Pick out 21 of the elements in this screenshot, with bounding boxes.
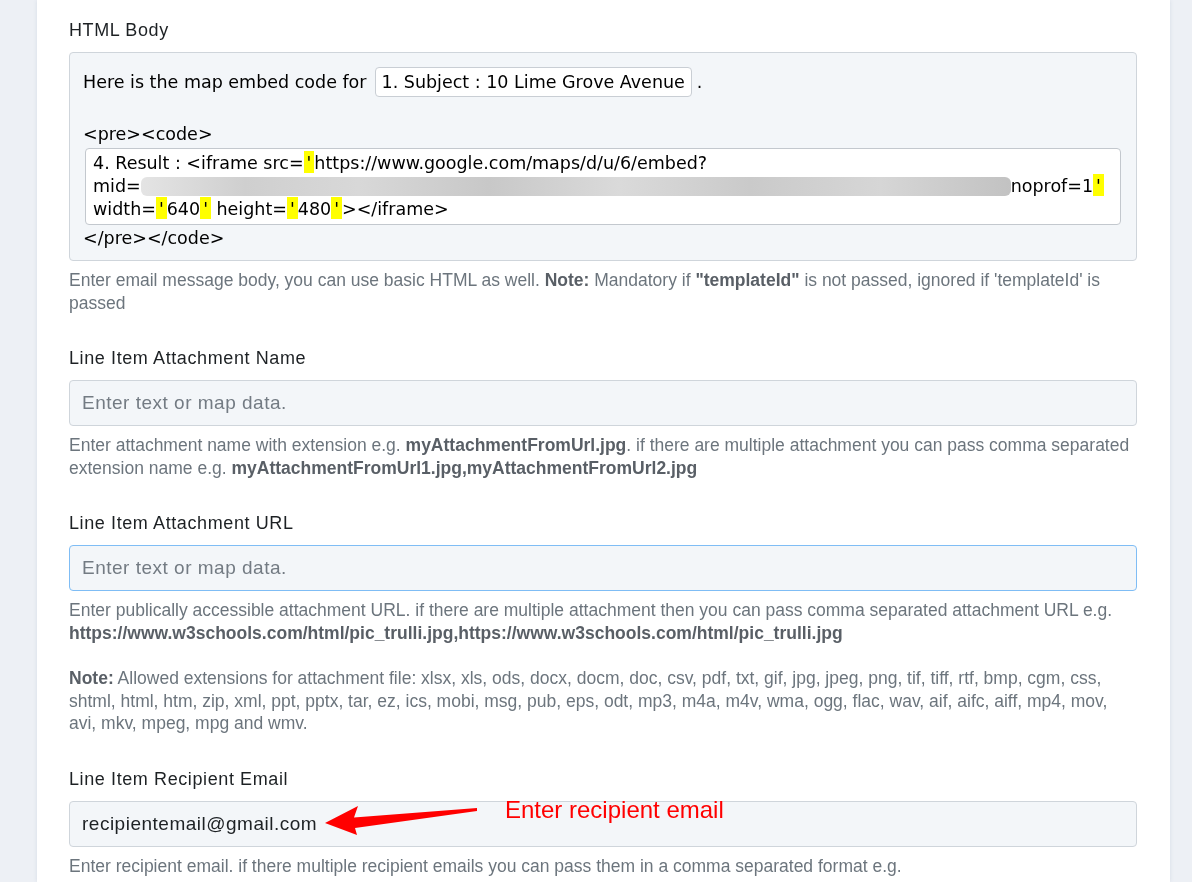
code-text: mid=	[93, 175, 141, 198]
help-text: Enter attachment name with extension e.g. myAttachmentFromUrl.jpg. if there are multiple attachment you can pass comma separated extension name e.g. myAttachmentFromUrl1.jpg,myAttachmentFromUrl2.jpg	[69, 434, 1131, 479]
text-input[interactable]: Enter text or map data.	[69, 380, 1137, 426]
field-label: Line Item Attachment URL	[69, 512, 295, 534]
html-body-editor[interactable]	[69, 52, 1137, 261]
code-text: 4. Result : <iframe src= ' https://www.google.com/maps/d/u/6/embed?	[93, 152, 708, 175]
editor-text: .	[696, 70, 703, 94]
text-input[interactable]: Enter text or map data.	[69, 545, 1137, 591]
code-text: width= ' 640 ' height= ' 480 ' ></iframe>	[93, 198, 449, 221]
field-label: HTML Body	[69, 19, 170, 41]
editor-text: </pre></code>	[83, 227, 225, 250]
help-text: Enter email message body, you can use basic HTML as well. Note: Mandatory if "templateId" is not passed, ignored if 'templateId' is passed	[69, 269, 1101, 314]
editor-text: Here is the map embed code for	[83, 70, 367, 94]
field-label: Line Item Attachment Name	[69, 347, 308, 369]
editor-text: <pre><code>	[83, 123, 213, 146]
code-text: noprof=1 '	[1010, 175, 1104, 198]
field-label: Line Item Recipient Email	[69, 767, 290, 790]
help-text: Enter recipient email. if there multiple recipient emails you can pass them in a comma separated format e.g.	[69, 854, 903, 877]
field-token: 1. Subject : 10 Lime Grove Avenue	[374, 67, 692, 97]
help-text: Note: Allowed extensions for attachment file: xlsx, xls, ods, docx, docm, doc, csv, pdf, txt, gif, jpg, jpeg, png, tif, tiff, rtf, bmp, cgm, css, shtml, html, htm, zip, xml, ppt, pptx, tar, ez, ics, mobi, msg, pub, eps, odt, mp3, m4a, m4v, wma, ogg, flac, wav, aif, aifc, aiff, mp4, mov, avi, mkv, mpeg, mpg and wmv.	[69, 667, 1109, 735]
help-text: Enter publically accessible attachment URL. if there are multiple attachment then you can pass comma separated attachment URL e.g. https://www.w3schools.com/html/pic_trulli.jpg,https://www.w3schools.com/html/pic_trulli.jpg	[69, 599, 1114, 644]
